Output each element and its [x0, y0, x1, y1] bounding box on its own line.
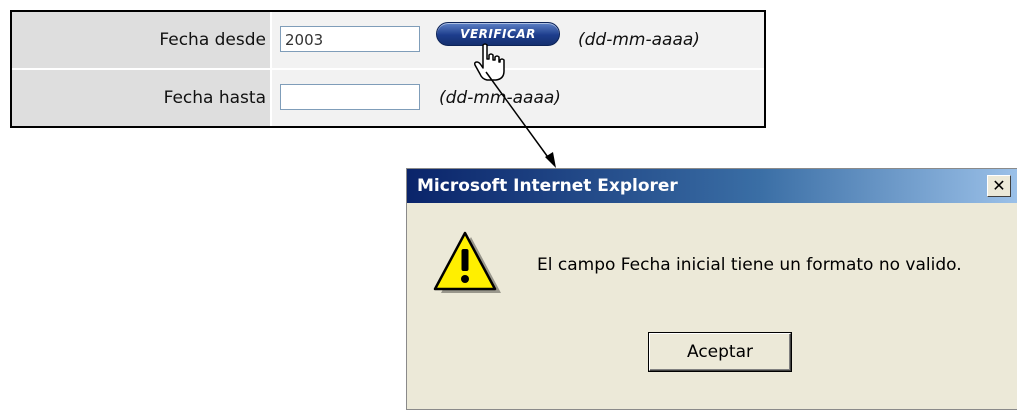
- fecha-hasta-input[interactable]: [280, 84, 420, 110]
- fecha-desde-row: Fecha desde 2003 VERIFICAR (dd-mm-aaaa): [12, 12, 764, 68]
- dialog-message: El campo Fecha inicial tiene un formato …: [537, 255, 962, 275]
- date-form-table: Fecha desde 2003 VERIFICAR (dd-mm-aaaa) …: [10, 10, 766, 128]
- fecha-desde-label: Fecha desde: [159, 30, 266, 50]
- close-button[interactable]: ✕: [987, 175, 1011, 197]
- fecha-desde-format-hint: (dd-mm-aaaa): [578, 30, 700, 50]
- fecha-hasta-row: Fecha hasta (dd-mm-aaaa): [12, 70, 764, 126]
- warning-icon: [433, 231, 501, 293]
- dialog-titlebar: Microsoft Internet Explorer ✕: [407, 169, 1017, 203]
- fecha-hasta-label: Fecha hasta: [163, 88, 266, 108]
- label-cell: Fecha hasta: [12, 70, 270, 126]
- dialog-title: Microsoft Internet Explorer: [417, 176, 678, 196]
- fecha-desde-input[interactable]: 2003: [280, 26, 420, 52]
- aceptar-button[interactable]: Aceptar: [649, 333, 791, 371]
- label-cell: Fecha desde: [12, 12, 270, 68]
- close-icon: ✕: [992, 176, 1006, 195]
- field-cell: 2003 VERIFICAR (dd-mm-aaaa): [272, 12, 764, 68]
- fecha-hasta-format-hint: (dd-mm-aaaa): [439, 88, 561, 108]
- field-cell: (dd-mm-aaaa): [272, 70, 764, 126]
- hand-cursor-icon: [474, 43, 505, 81]
- alert-dialog: Microsoft Internet Explorer ✕ El campo F…: [406, 168, 1017, 410]
